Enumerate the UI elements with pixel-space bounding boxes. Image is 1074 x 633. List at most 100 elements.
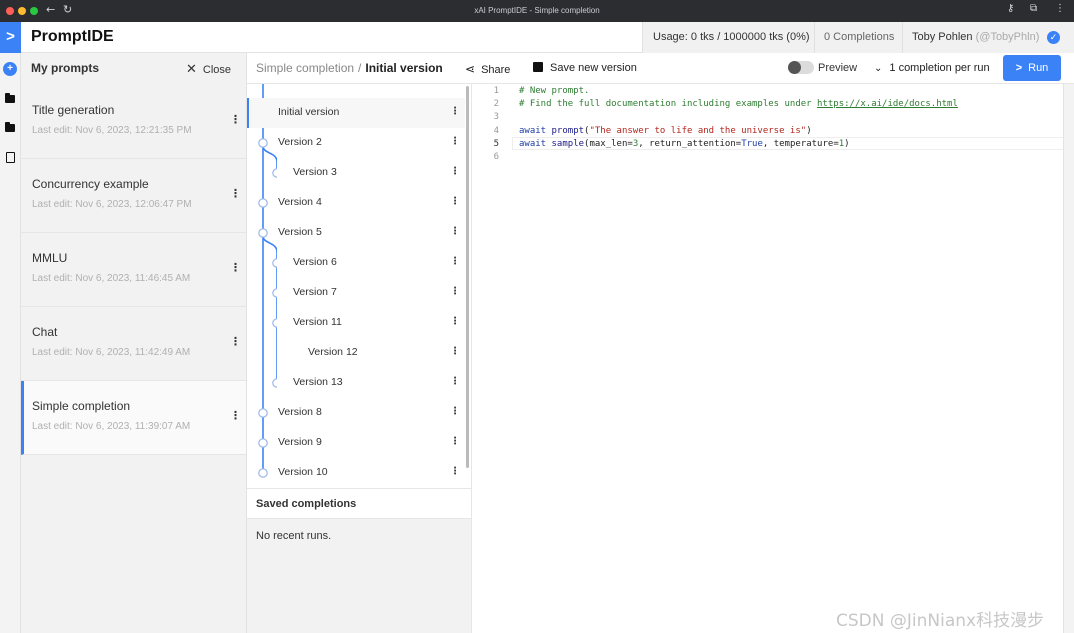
- more-vertical-icon[interactable]: ⋮: [450, 376, 460, 387]
- prompt-last-edit: Last edit: Nov 6, 2023, 12:06:47 PM: [32, 199, 192, 210]
- more-vertical-icon[interactable]: ⋮: [450, 136, 460, 147]
- prompts-panel: My prompts ✕ Close Title generation Last …: [21, 53, 247, 633]
- prompt-last-edit: Last edit: Nov 6, 2023, 11:42:49 AM: [32, 347, 191, 358]
- prompt-item-mmlu[interactable]: MMLU Last edit: Nov 6, 2023, 11:46:45 AM…: [21, 233, 246, 307]
- version-item[interactable]: Version 9 ⋮: [247, 428, 465, 458]
- prompt-name: Simple completion: [32, 399, 131, 413]
- icon-rail: +: [0, 53, 21, 633]
- verified-check-icon: ✓: [1047, 31, 1060, 44]
- version-item[interactable]: Version 6 ⋮: [247, 248, 465, 278]
- version-label: Initial version: [278, 106, 340, 118]
- version-label: Version 4: [278, 196, 322, 208]
- more-vertical-icon[interactable]: ⋮: [450, 226, 460, 237]
- more-vertical-icon[interactable]: ⋮: [450, 166, 460, 177]
- preview-label: Preview: [818, 62, 858, 74]
- code-line-4: await prompt("The answer to life and the…: [519, 126, 812, 136]
- more-vertical-icon[interactable]: ⋮: [1055, 3, 1065, 14]
- more-vertical-icon[interactable]: ⋮: [450, 106, 460, 117]
- more-vertical-icon[interactable]: ⋮: [230, 261, 241, 274]
- share-button[interactable]: ⋖ Share: [465, 62, 510, 76]
- prompt-item-chat[interactable]: Chat Last edit: Nov 6, 2023, 11:42:49 AM…: [21, 307, 246, 381]
- prompts-panel-title: My prompts: [31, 61, 100, 75]
- line-number: 4: [493, 126, 499, 136]
- completions-per-run-select[interactable]: ⌄ 1 completion per run: [874, 62, 990, 74]
- code-line-1: # New prompt.: [519, 86, 590, 96]
- more-vertical-icon[interactable]: ⋮: [450, 286, 460, 297]
- version-label: Version 6: [293, 256, 337, 268]
- more-vertical-icon[interactable]: ⋮: [450, 196, 460, 207]
- more-vertical-icon[interactable]: ⋮: [450, 256, 460, 267]
- prompt-name: Concurrency example: [32, 177, 149, 191]
- chevron-down-icon: ⌄: [874, 63, 883, 74]
- more-vertical-icon[interactable]: ⋮: [450, 436, 460, 447]
- document-icon[interactable]: [3, 151, 17, 165]
- user-name: Toby Pohlen: [912, 31, 973, 43]
- more-vertical-icon[interactable]: ⋮: [450, 346, 460, 357]
- browser-titlebar: ← ↻ xAI PromptIDE - Simple completion ⚷ …: [0, 0, 1074, 22]
- version-label: Version 9: [278, 436, 322, 448]
- prompt-item-title-generation[interactable]: Title generation Last edit: Nov 6, 2023,…: [21, 85, 246, 159]
- new-prompt-plus-icon[interactable]: +: [3, 62, 17, 76]
- watermark: CSDN @JinNianx科技漫步: [836, 611, 1045, 631]
- code-editor[interactable]: 1 2 3 4 5 6 # New prompt. # Find the ful…: [472, 84, 1074, 633]
- preview-toggle[interactable]: [788, 61, 814, 74]
- version-item[interactable]: Version 5 ⋮: [247, 218, 465, 248]
- editor-scrollbar[interactable]: [1063, 84, 1074, 633]
- key-icon[interactable]: ⚷: [1007, 3, 1014, 14]
- version-label: Version 11: [293, 316, 342, 328]
- more-vertical-icon[interactable]: ⋮: [450, 406, 460, 417]
- breadcrumb-prompt[interactable]: Simple completion: [256, 61, 354, 75]
- breadcrumb: Simple completion / Initial version: [256, 61, 443, 75]
- file-manager-icon[interactable]: [3, 122, 17, 136]
- prompt-name: Title generation: [32, 103, 115, 117]
- completions-per-run-value: 1 completion per run: [889, 62, 990, 74]
- version-item[interactable]: Version 8 ⋮: [247, 398, 465, 428]
- version-label: Version 2: [278, 136, 322, 148]
- more-vertical-icon[interactable]: ⋮: [450, 466, 460, 477]
- version-item[interactable]: Version 10 ⋮: [247, 458, 465, 488]
- prompt-last-edit: Last edit: Nov 6, 2023, 12:21:35 PM: [32, 125, 192, 136]
- version-item[interactable]: Version 7 ⋮: [247, 278, 465, 308]
- more-vertical-icon[interactable]: ⋮: [230, 409, 241, 422]
- run-label: Run: [1028, 62, 1049, 74]
- more-vertical-icon[interactable]: ⋮: [230, 187, 241, 200]
- version-item[interactable]: Version 2 ⋮: [247, 128, 465, 158]
- version-tree-scrollbar[interactable]: [466, 86, 469, 468]
- version-item[interactable]: Version 12 ⋮: [247, 338, 465, 368]
- prompt-last-edit: Last edit: Nov 6, 2023, 11:46:45 AM: [32, 273, 191, 284]
- close-prompts-button[interactable]: ✕ Close: [186, 61, 231, 77]
- browser-title: xAI PromptIDE - Simple completion: [474, 6, 600, 15]
- completions-count[interactable]: 0 Completions: [814, 22, 902, 53]
- saved-completions-title: Saved completions: [256, 498, 357, 510]
- docs-link[interactable]: https://x.ai/ide/docs.html: [817, 99, 958, 109]
- more-vertical-icon[interactable]: ⋮: [450, 316, 460, 327]
- folder-icon[interactable]: [3, 93, 17, 107]
- version-item[interactable]: Version 4 ⋮: [247, 188, 465, 218]
- prompt-last-edit: Last edit: Nov 6, 2023, 11:39:07 AM: [32, 421, 191, 432]
- version-label: Version 12: [308, 346, 358, 358]
- extensions-icon[interactable]: ⧉: [1030, 3, 1037, 14]
- version-label: Version 13: [293, 376, 343, 388]
- close-icon: ✕: [185, 61, 197, 76]
- version-item[interactable]: Version 3 ⋮: [247, 158, 465, 188]
- more-vertical-icon[interactable]: ⋮: [230, 113, 241, 126]
- share-label: Share: [481, 64, 511, 76]
- version-item[interactable]: Version 11 ⋮: [247, 308, 465, 338]
- version-item-initial[interactable]: Initial version ⋮: [247, 98, 465, 128]
- user-menu[interactable]: Toby Pohlen (@TobyPhln) ✓: [902, 22, 1074, 53]
- chevron-right-logo-icon[interactable]: >: [0, 22, 21, 53]
- prompt-item-concurrency-example[interactable]: Concurrency example Last edit: Nov 6, 20…: [21, 159, 246, 233]
- more-vertical-icon[interactable]: ⋮: [230, 335, 241, 348]
- prompts-panel-header: My prompts ✕ Close: [21, 53, 246, 85]
- line-number: 2: [493, 99, 499, 109]
- prompt-item-simple-completion[interactable]: Simple completion Last edit: Nov 6, 2023…: [21, 381, 246, 455]
- line-number: 3: [493, 112, 499, 122]
- run-button[interactable]: > Run: [1003, 55, 1061, 81]
- saved-completions-header: Saved completions: [247, 488, 472, 519]
- share-icon: ⋖: [465, 62, 476, 76]
- recent-runs-panel: No recent runs.: [247, 519, 472, 633]
- version-label: Version 5: [278, 226, 322, 238]
- app-header: > PromptIDE Usage: 0 tks / 1000000 tks (…: [0, 22, 1074, 53]
- save-new-version-button[interactable]: Save new version: [533, 62, 637, 74]
- version-item[interactable]: Version 13 ⋮: [247, 368, 465, 398]
